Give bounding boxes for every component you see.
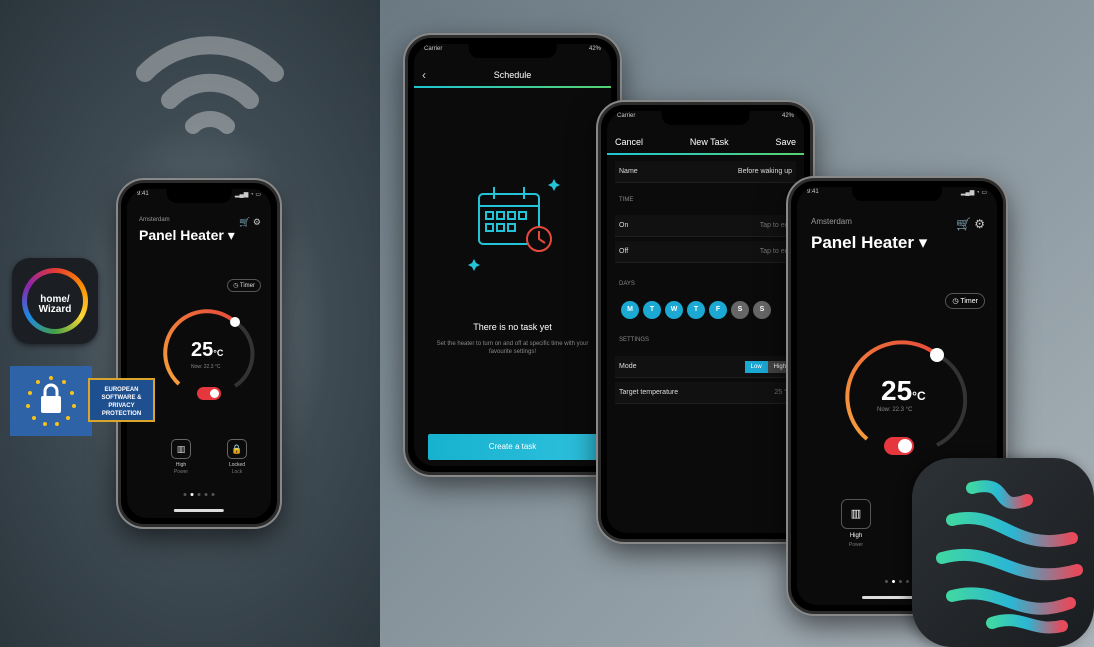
- create-task-button[interactable]: Create a task: [428, 434, 597, 460]
- new-task-title: New Task: [689, 137, 729, 147]
- empty-state-title: There is no task yet: [473, 322, 552, 332]
- eu-privacy-badge: EUROPEAN SOFTWARE & PRIVACY PROTECTION: [10, 366, 155, 436]
- header-icons: 🛒 ⚙: [239, 217, 261, 228]
- back-icon[interactable]: ‹: [422, 62, 426, 88]
- lock-tile[interactable]: 🔒: [227, 439, 247, 459]
- temperature-value: 25°C: [191, 339, 224, 361]
- city-label: Amsterdam: [811, 217, 852, 226]
- power-mode-label: High: [175, 462, 187, 468]
- mode-segmented-control: Low High: [744, 361, 792, 373]
- current-temperature: Now: 22.3 °C: [191, 364, 221, 370]
- current-temperature: Now: 22.3 °C: [877, 407, 913, 413]
- power-mode-sub: Power: [848, 542, 864, 548]
- day-selector: M T W T F S S: [621, 301, 771, 319]
- day-sunday[interactable]: S: [753, 301, 771, 319]
- save-button[interactable]: Save: [775, 129, 796, 153]
- city-label: Amsterdam: [139, 217, 170, 223]
- name-row[interactable]: Name Before waking up: [615, 161, 796, 183]
- lock-label: Locked: [228, 462, 246, 468]
- target-temperature-row[interactable]: Target temperature 25 °C: [615, 382, 796, 404]
- day-saturday[interactable]: S: [731, 301, 749, 319]
- status-icons: ▂▄▆ ◔ ▭: [960, 190, 987, 196]
- power-mode-tile[interactable]: ▥: [841, 499, 871, 529]
- page-dots: [885, 580, 909, 583]
- settings-section-label: SETTINGS: [619, 337, 650, 343]
- timer-button[interactable]: ◷ Timer: [227, 279, 261, 292]
- status-carrier: Carrier: [424, 46, 443, 52]
- status-battery: 42%: [588, 46, 601, 52]
- device-title[interactable]: Panel Heater ▾: [139, 227, 235, 244]
- status-icons: ▂▄▆ ◔ ▭: [234, 192, 261, 198]
- on-time-row[interactable]: On Tap to edit: [615, 215, 796, 237]
- heater-app-icon: [912, 458, 1094, 647]
- day-thursday[interactable]: T: [687, 301, 705, 319]
- schedule-phone: Carrier 42% ‹ Schedule There is no task y…: [405, 35, 620, 475]
- homewizard-logo: home/ Wizard: [12, 258, 98, 344]
- cancel-button[interactable]: Cancel: [615, 129, 643, 153]
- power-mode-tile[interactable]: ▥: [171, 439, 191, 459]
- off-time-row[interactable]: Off Tap to edit: [615, 241, 796, 263]
- temperature-value: 25°C: [881, 375, 926, 406]
- gear-icon[interactable]: ⚙: [253, 217, 261, 227]
- power-toggle[interactable]: [884, 437, 914, 455]
- small-phone: 9:41 ▂▄▆ ◔ ▭ Amsterdam Panel Heater ▾ 🛒 ⚙…: [118, 180, 280, 527]
- header-icons: 🛒 ⚙: [956, 217, 985, 231]
- page-dots: [183, 493, 215, 496]
- wifi-icon: [136, 36, 284, 134]
- day-tuesday[interactable]: T: [643, 301, 661, 319]
- eu-flag: [10, 366, 92, 436]
- calendar-icon: [468, 179, 560, 271]
- day-friday[interactable]: F: [709, 301, 727, 319]
- days-section-label: DAYS: [619, 281, 635, 287]
- status-time: 9:41: [137, 191, 149, 197]
- status-time: 9:41: [807, 189, 819, 195]
- power-mode-label: High: [849, 533, 863, 539]
- cart-icon[interactable]: 🛒: [239, 217, 250, 227]
- new-task-phone: Carrier 42% Cancel New Task Save Name Befo…: [598, 102, 813, 542]
- mode-low-option[interactable]: Low: [744, 361, 768, 373]
- power-toggle[interactable]: [197, 387, 221, 400]
- cart-icon[interactable]: 🛒: [956, 217, 971, 231]
- device-title[interactable]: Panel Heater ▾: [811, 233, 927, 253]
- gear-icon[interactable]: ⚙: [974, 217, 985, 231]
- schedule-title: Schedule: [493, 70, 532, 80]
- time-section-label: TIME: [619, 197, 634, 203]
- power-mode-sub: Power: [173, 469, 189, 475]
- status-carrier: Carrier: [617, 113, 636, 119]
- new-task-header: Cancel New Task Save: [607, 129, 804, 155]
- schedule-header: ‹ Schedule: [414, 62, 611, 88]
- day-monday[interactable]: M: [621, 301, 639, 319]
- eu-badge-text: EUROPEAN SOFTWARE & PRIVACY PROTECTION: [88, 378, 155, 422]
- day-wednesday[interactable]: W: [665, 301, 683, 319]
- empty-state-hint: Set the heater to turn on and off at spe…: [436, 341, 589, 355]
- timer-button[interactable]: ◷ Timer: [945, 293, 985, 309]
- status-battery: 42%: [781, 113, 794, 119]
- lock-sub: Lock: [231, 469, 243, 475]
